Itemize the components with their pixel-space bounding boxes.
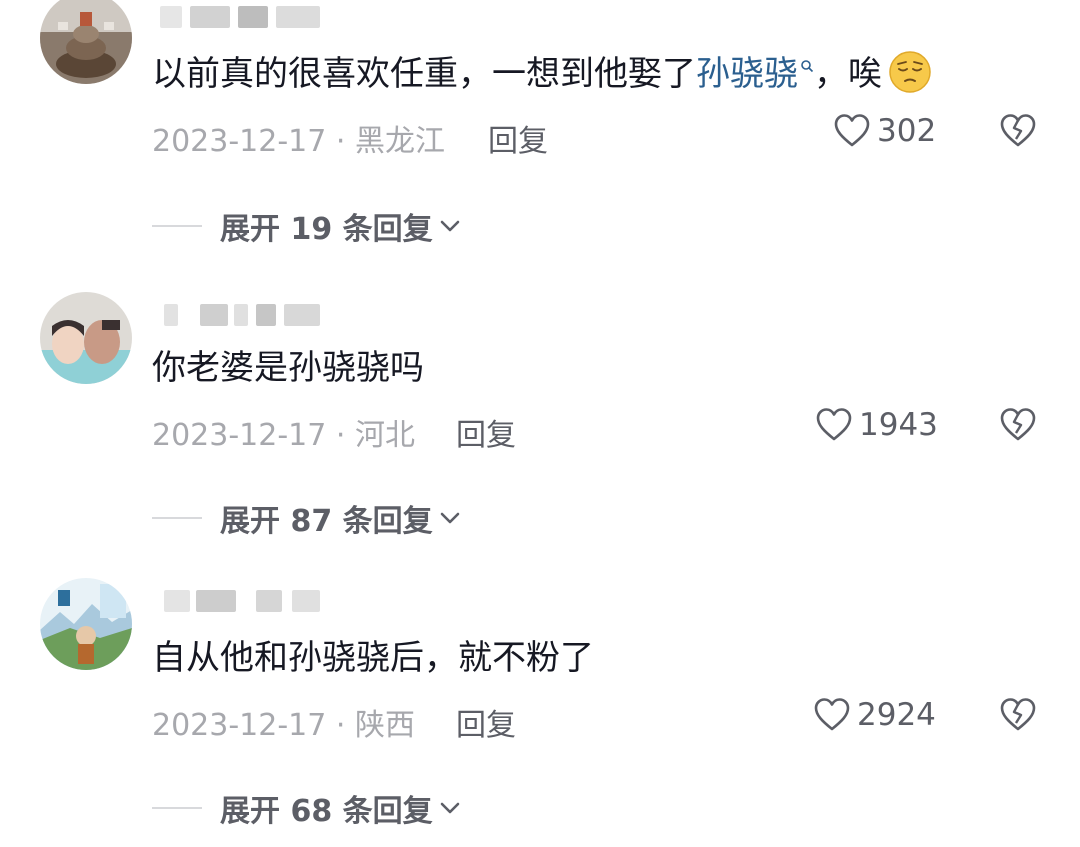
comment-text: 自从他和孙骁骁后，就不粉了: [152, 638, 594, 678]
avatar[interactable]: [40, 578, 132, 670]
chevron-down-icon: [440, 220, 459, 232]
divider: [152, 225, 202, 227]
chevron-down-icon: [440, 512, 459, 524]
broken-heart-icon: [1000, 698, 1036, 731]
like-button[interactable]: 1943: [815, 406, 938, 444]
broken-heart-icon: [1000, 408, 1036, 441]
chevron-down-icon: [440, 802, 459, 814]
comment-date: 2023-12-17: [152, 124, 327, 159]
comment-text: 以前真的很喜欢任重，一想到他娶了孙骁骁 ，唉: [152, 50, 932, 98]
username-blurred[interactable]: [160, 584, 330, 614]
like-button[interactable]: 302: [833, 112, 936, 150]
like-count: 1943: [859, 407, 938, 443]
username-blurred[interactable]: [160, 298, 330, 328]
expand-replies-button[interactable]: 展开 68 条回复: [152, 786, 463, 830]
heart-icon: [816, 408, 852, 441]
expand-replies-button[interactable]: 展开 87 条回复: [152, 496, 463, 540]
comment-list-screen: { "comments": [ { "text_before": "以前真的很喜…: [0, 0, 1080, 847]
comment-location: 陕西: [354, 708, 415, 743]
like-count: 2924: [857, 697, 936, 733]
divider: [152, 807, 202, 809]
like-button[interactable]: 2924: [813, 696, 936, 734]
like-count: 302: [877, 113, 937, 149]
comment-text: 你老婆是孙骁骁吗: [152, 348, 424, 388]
expand-replies-button[interactable]: 展开 19 条回复: [152, 204, 463, 248]
heart-icon: [834, 114, 870, 147]
comment-location: 河北: [354, 418, 415, 453]
reply-button[interactable]: 回复: [456, 410, 516, 454]
comment-meta: 2023-12-17 · 陕西: [152, 708, 415, 743]
comment-meta: 2023-12-17 · 河北: [152, 418, 415, 453]
dislike-button[interactable]: [998, 696, 1038, 738]
divider: [152, 517, 202, 519]
reply-button[interactable]: 回复: [488, 116, 548, 160]
broken-heart-icon: [1000, 114, 1036, 147]
comment-date: 2023-12-17: [152, 708, 327, 743]
dislike-button[interactable]: [998, 112, 1038, 154]
username-blurred[interactable]: [160, 0, 330, 30]
avatar[interactable]: [40, 0, 132, 84]
dislike-button[interactable]: [998, 406, 1038, 448]
mention-link[interactable]: 孙骁骁: [696, 54, 798, 94]
comment-meta: 2023-12-17 · 黑龙江: [152, 124, 445, 159]
comment-date: 2023-12-17: [152, 418, 327, 453]
avatar[interactable]: [40, 292, 132, 384]
comment-location: 黑龙江: [354, 124, 445, 159]
pensive-face-emoji-icon: [889, 50, 931, 93]
search-icon: [801, 59, 814, 72]
heart-icon: [814, 698, 850, 731]
reply-button[interactable]: 回复: [456, 700, 516, 744]
